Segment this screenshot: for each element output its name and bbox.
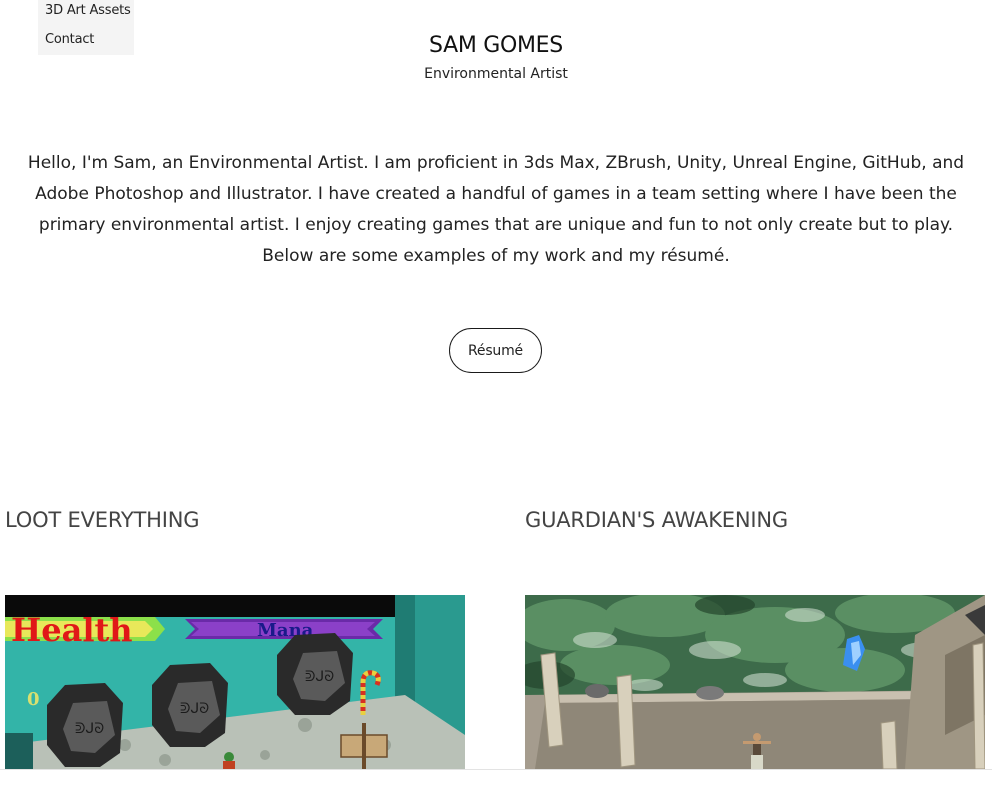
- loot-pot: ᕲᒍᘐ: [47, 683, 123, 767]
- resume-button-label: Résumé: [468, 342, 523, 359]
- intro-paragraph: Hello, I'm Sam, an Environmental Artist.…: [27, 153, 965, 266]
- project-thumbnail-loot-everything[interactable]: Health Mana 0 ᕲᒍᘐ ᕲᒍᘐ ᕲᒍᘐ: [5, 595, 465, 769]
- project-thumbnail-guardians-awakening[interactable]: [525, 595, 985, 769]
- loot-pot: ᕲᒍᘐ: [277, 633, 353, 715]
- bottom-divider: [0, 769, 992, 770]
- project-title-guardians-awakening[interactable]: GUARDIAN'S AWAKENING: [525, 508, 788, 532]
- site-name: SAM GOMES: [429, 33, 563, 58]
- hud-health-label: Health: [11, 611, 133, 649]
- project-title-loot-everything[interactable]: LOOT EVERYTHING: [5, 508, 199, 532]
- svg-text:ᕲᒍᘐ: ᕲᒍᘐ: [305, 669, 334, 685]
- svg-text:ᕲᒍᘐ: ᕲᒍᘐ: [75, 721, 104, 737]
- resume-button[interactable]: Résumé: [449, 328, 542, 373]
- loot-pot: ᕲᒍᘐ: [152, 663, 228, 747]
- site-tagline: Environmental Artist: [424, 66, 568, 82]
- nav-item-3d-art-assets[interactable]: 3D Art Assets: [45, 3, 131, 18]
- hud-score: 0: [27, 689, 40, 710]
- svg-text:ᕲᒍᘐ: ᕲᒍᘐ: [180, 701, 209, 717]
